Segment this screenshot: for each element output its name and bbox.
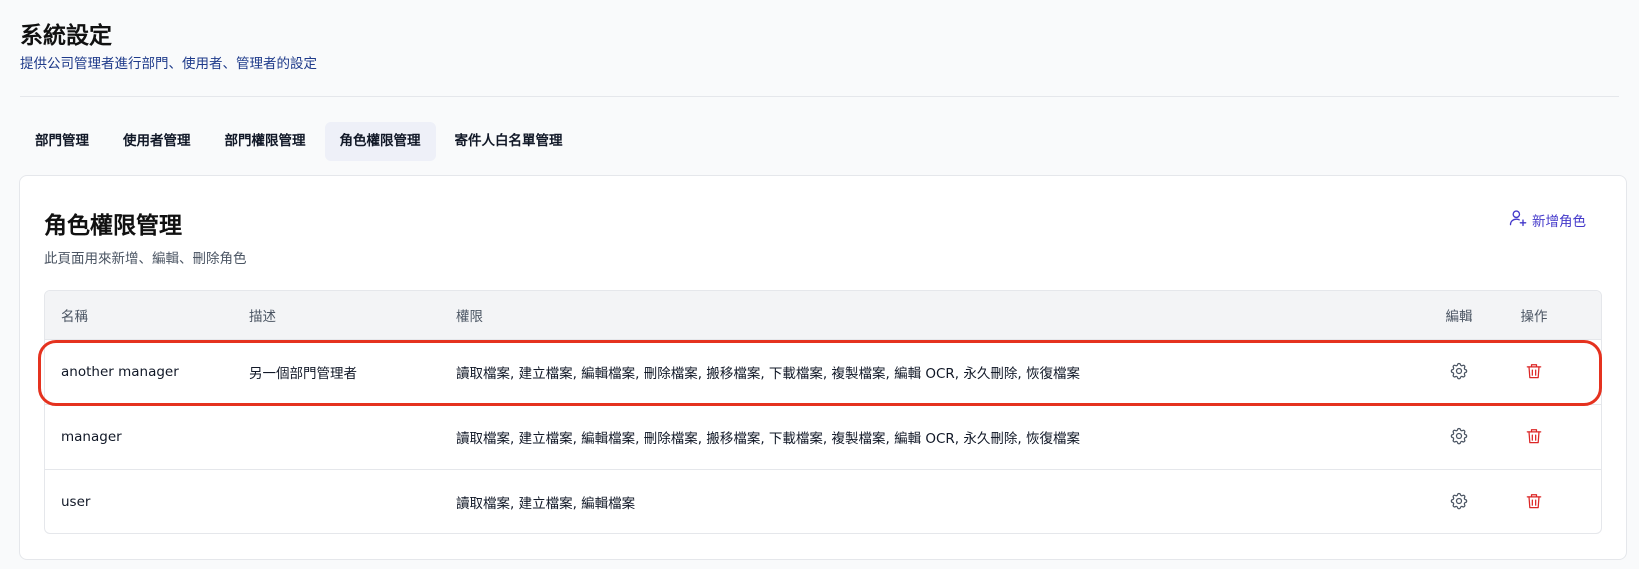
gear-icon[interactable] xyxy=(1447,424,1471,448)
tab-users[interactable]: 使用者管理 xyxy=(108,122,206,161)
roles-table: 名稱 描述 權限 編輯 操作 another manager 另一個部門管理者 … xyxy=(44,290,1602,534)
trash-icon[interactable] xyxy=(1522,359,1546,383)
role-name: another manager xyxy=(61,364,179,380)
action-cell xyxy=(1489,359,1579,385)
edit-cell xyxy=(1429,359,1489,385)
role-name: manager xyxy=(61,429,122,445)
settings-page: 系統設定 提供公司管理者進行部門、使用者、管理者的設定 部門管理 使用者管理 部… xyxy=(0,0,1639,569)
column-header-permissions: 權限 xyxy=(456,309,483,325)
add-role-button[interactable]: 新增角色 xyxy=(1508,208,1586,232)
trash-icon[interactable] xyxy=(1522,424,1546,448)
role-permissions-card: 角色權限管理 此頁面用來新增、編輯、刪除角色 新增角色 名稱 描述 權限 編輯 … xyxy=(19,175,1627,560)
column-header-description: 描述 xyxy=(249,309,276,325)
table-row: user 讀取檔案, 建立檔案, 編輯檔案 xyxy=(45,469,1601,533)
table-row: another manager 另一個部門管理者 讀取檔案, 建立檔案, 編輯檔… xyxy=(45,339,1601,404)
page-subtitle: 提供公司管理者進行部門、使用者、管理者的設定 xyxy=(20,56,317,72)
tab-bar: 部門管理 使用者管理 部門權限管理 角色權限管理 寄件人白名單管理 xyxy=(20,122,1619,161)
trash-icon[interactable] xyxy=(1522,489,1546,513)
role-permissions: 讀取檔案, 建立檔案, 編輯檔案 xyxy=(456,496,636,512)
action-cell xyxy=(1489,424,1579,450)
tab-department-permissions[interactable]: 部門權限管理 xyxy=(210,122,321,161)
edit-cell xyxy=(1429,489,1489,515)
page-header: 系統設定 提供公司管理者進行部門、使用者、管理者的設定 xyxy=(20,0,1619,74)
role-description: 另一個部門管理者 xyxy=(249,366,357,382)
page-title: 系統設定 xyxy=(20,23,112,49)
tab-department[interactable]: 部門管理 xyxy=(20,122,104,161)
table-header-row: 名稱 描述 權限 編輯 操作 xyxy=(45,291,1601,339)
role-permissions: 讀取檔案, 建立檔案, 編輯檔案, 刪除檔案, 搬移檔案, 下載檔案, 複製檔案… xyxy=(456,366,1080,382)
role-name: user xyxy=(61,494,91,510)
user-plus-icon xyxy=(1508,208,1528,232)
role-permissions: 讀取檔案, 建立檔案, 編輯檔案, 刪除檔案, 搬移檔案, 下載檔案, 複製檔案… xyxy=(456,431,1080,447)
card-description: 此頁面用來新增、編輯、刪除角色 xyxy=(44,251,247,267)
tab-role-permissions[interactable]: 角色權限管理 xyxy=(324,122,436,161)
tab-sender-whitelist[interactable]: 寄件人白名單管理 xyxy=(440,122,578,161)
column-header-name: 名稱 xyxy=(61,309,88,325)
gear-icon[interactable] xyxy=(1447,359,1471,383)
column-header-edit: 編輯 xyxy=(1445,309,1473,325)
edit-cell xyxy=(1429,424,1489,450)
gear-icon[interactable] xyxy=(1447,489,1471,513)
header-divider xyxy=(20,96,1619,97)
add-role-label: 新增角色 xyxy=(1532,214,1586,230)
action-cell xyxy=(1489,489,1579,515)
card-title: 角色權限管理 xyxy=(44,213,182,239)
column-header-actions: 操作 xyxy=(1520,309,1548,325)
table-row: manager 讀取檔案, 建立檔案, 編輯檔案, 刪除檔案, 搬移檔案, 下載… xyxy=(45,404,1601,469)
